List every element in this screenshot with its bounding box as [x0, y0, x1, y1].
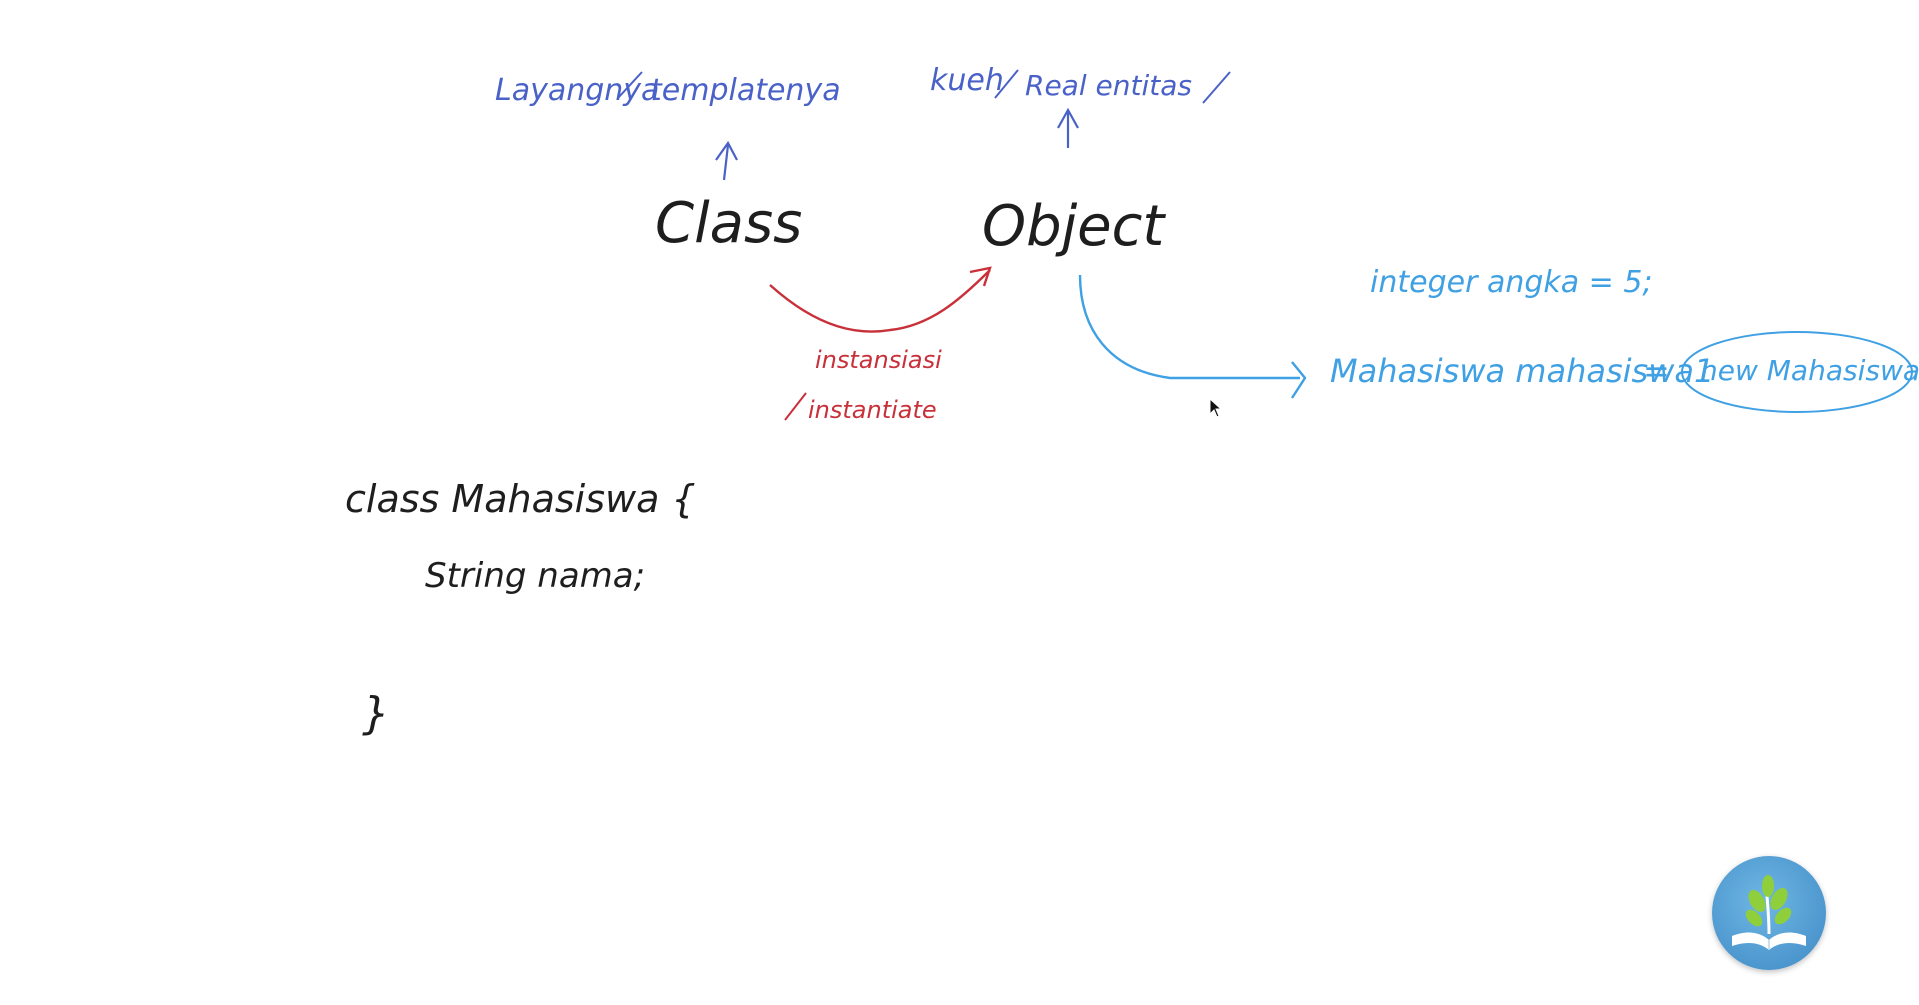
object-example-arrow [1078, 274, 1307, 399]
instantiate-label: instantiate [808, 396, 937, 424]
class-up-arrow [715, 140, 738, 181]
instantiation-arrow [769, 266, 992, 333]
object-description-part1: kueh [930, 63, 1004, 98]
code-line-2: String nama; [425, 556, 645, 596]
whiteboard-canvas: Layangnya templatenya kueh Real entitas … [345, 63, 1919, 739]
class-description-part2: templatenya [650, 73, 841, 108]
class-description-part1: Layangnya [495, 73, 659, 108]
primitive-example: integer angka = 5; [1370, 265, 1653, 300]
code-line-1: class Mahasiswa { [345, 477, 696, 521]
object-description-part2: Real entitas [1025, 69, 1192, 102]
object-description-note: kueh Real entitas [930, 63, 1231, 104]
slash-divider [784, 392, 807, 421]
book-plant-logo [1712, 856, 1826, 970]
object-up-arrow [1057, 107, 1079, 148]
slash-divider [1202, 71, 1231, 104]
class-heading: Class [655, 191, 802, 256]
object-heading: Object [982, 194, 1166, 259]
mouse-pointer-icon [1209, 398, 1223, 418]
class-description-note: Layangnya templatenya [495, 71, 841, 108]
equals-sign: = [1643, 352, 1670, 390]
constructor-call: new Mahasiswa(); [1700, 354, 1919, 387]
logo-icon [1732, 875, 1806, 950]
instantiation-label: instansiasi [815, 346, 942, 374]
code-block: class Mahasiswa { String nama; } [345, 477, 696, 739]
code-line-3: } [362, 688, 390, 739]
